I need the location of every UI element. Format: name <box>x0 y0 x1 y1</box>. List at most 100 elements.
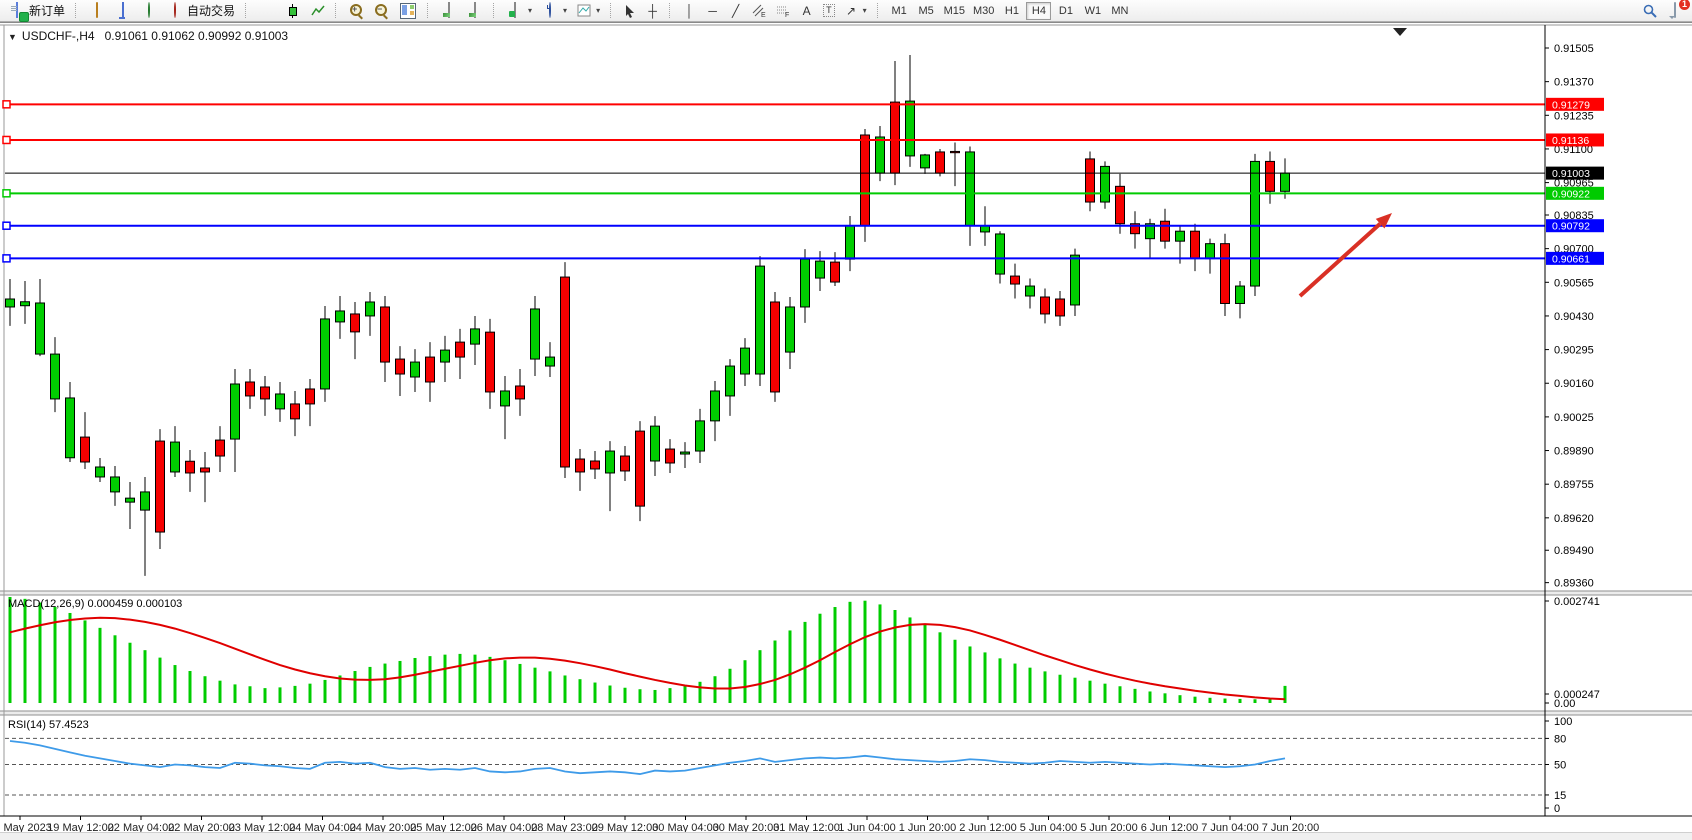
zoom-out-button[interactable]: − <box>370 1 393 21</box>
candlestick-icon <box>286 4 300 18</box>
status-strip <box>0 832 1692 840</box>
text-label-button[interactable]: T <box>819 1 839 21</box>
horizontal-line-button[interactable]: ─ <box>702 1 723 21</box>
timeframe-m30[interactable]: M30 <box>970 2 997 20</box>
svg-text:0.89360: 0.89360 <box>1554 578 1594 590</box>
svg-text:0.89755: 0.89755 <box>1554 479 1594 491</box>
bar-chart-button[interactable] <box>255 1 279 21</box>
line-chart-icon <box>311 4 325 18</box>
svg-text:0.90025: 0.90025 <box>1554 412 1594 424</box>
cursor-icon <box>624 4 636 18</box>
svg-text:0.90160: 0.90160 <box>1554 378 1594 390</box>
svg-text:0.89490: 0.89490 <box>1554 545 1594 557</box>
timeframe-m1[interactable]: M1 <box>887 2 912 20</box>
zoom-in-button[interactable]: + <box>345 1 368 21</box>
svg-text:0.90430: 0.90430 <box>1554 311 1594 323</box>
horizontal-line-icon: ─ <box>706 4 719 18</box>
chevron-down-icon: ▾ <box>863 6 867 15</box>
separator <box>75 3 79 18</box>
text-button[interactable]: A <box>796 1 817 21</box>
timeframe-h4[interactable]: H4 <box>1026 2 1051 20</box>
tile-windows-button[interactable] <box>395 1 421 21</box>
market-button[interactable] <box>85 1 109 21</box>
chevron-down-icon: ▾ <box>528 6 532 15</box>
metaeditor-button[interactable] <box>111 1 135 21</box>
svg-text:50: 50 <box>1554 760 1566 772</box>
main-toolbar: 新订单 自动交易 + − ▾ ▾ ▾ ┼ │ ─ ╱ E F A T ↗▾ M1… <box>0 0 1692 22</box>
chevron-down-icon: ▾ <box>563 6 567 15</box>
clock-icon <box>549 2 551 18</box>
new-order-icon <box>16 2 18 18</box>
svg-text:0.91505: 0.91505 <box>1554 43 1594 55</box>
svg-text:F: F <box>785 12 789 18</box>
zoom-out-icon: − <box>375 4 388 17</box>
chart-shift-button[interactable] <box>463 1 487 21</box>
equidistant-channel-button[interactable]: E <box>748 1 770 21</box>
svg-text:0.89620: 0.89620 <box>1554 513 1594 525</box>
svg-text:0.90661: 0.90661 <box>1552 253 1590 265</box>
autotrading-button[interactable]: 自动交易 <box>163 1 239 21</box>
autotrading-icon <box>174 2 176 18</box>
indicators-icon <box>514 2 516 18</box>
candlestick-chart-button[interactable] <box>281 1 305 21</box>
new-order-button[interactable]: 新订单 <box>5 1 69 21</box>
svg-text:0.90295: 0.90295 <box>1554 345 1594 357</box>
svg-text:0: 0 <box>1554 803 1560 815</box>
svg-text:0.90922: 0.90922 <box>1552 188 1590 200</box>
svg-text:0.91136: 0.91136 <box>1552 135 1589 147</box>
templates-dropdown[interactable]: ▾ <box>573 1 604 21</box>
svg-text:0.90565: 0.90565 <box>1554 277 1594 289</box>
trendline-icon: ╱ <box>729 4 742 18</box>
search-button[interactable] <box>1639 1 1661 21</box>
notifications-button[interactable]: 1 <box>1663 1 1687 21</box>
svg-text:0.90792: 0.90792 <box>1552 221 1590 233</box>
line-chart-button[interactable] <box>307 1 329 21</box>
chat-bubble-icon <box>1674 2 1676 18</box>
timeframe-mn[interactable]: MN <box>1107 2 1132 20</box>
auto-scroll-button[interactable] <box>437 1 461 21</box>
svg-text:0.91370: 0.91370 <box>1554 77 1594 89</box>
timeframe-h1[interactable]: H1 <box>999 2 1024 20</box>
svg-text:0.89890: 0.89890 <box>1554 446 1594 458</box>
monitor-icon <box>122 2 124 18</box>
trendline-button[interactable]: ╱ <box>725 1 746 21</box>
chevron-down-icon: ▾ <box>596 6 600 15</box>
tile-windows-icon <box>400 3 416 19</box>
periods-dropdown[interactable]: ▾ <box>538 1 571 21</box>
separator <box>877 3 881 18</box>
timeframe-w1[interactable]: W1 <box>1080 2 1105 20</box>
vertical-line-button[interactable]: │ <box>679 1 700 21</box>
chart-canvas[interactable]: 0.915050.913700.912350.911000.909650.908… <box>0 23 1692 839</box>
autotrading-label: 自动交易 <box>187 2 235 19</box>
signals-button[interactable] <box>137 1 161 21</box>
separator <box>669 3 673 18</box>
vertical-line-icon: │ <box>683 4 696 18</box>
signal-icon <box>148 2 150 18</box>
separator <box>427 3 431 18</box>
svg-text:80: 80 <box>1554 733 1566 745</box>
cursor-button[interactable] <box>620 1 640 21</box>
fibonacci-icon: F <box>776 4 790 18</box>
crosshair-button[interactable]: ┼ <box>642 1 663 21</box>
svg-text:0.00: 0.00 <box>1554 698 1575 710</box>
fibonacci-button[interactable]: F <box>772 1 794 21</box>
notification-badge: 1 <box>1679 0 1690 10</box>
crosshair-icon: ┼ <box>646 4 659 18</box>
search-icon <box>1643 4 1657 18</box>
indicators-dropdown[interactable]: ▾ <box>503 1 536 21</box>
auto-scroll-icon <box>448 2 450 18</box>
separator <box>335 3 339 18</box>
separator <box>493 3 497 18</box>
new-order-label: 新订单 <box>29 2 65 19</box>
arrows-dropdown[interactable]: ↗▾ <box>841 1 871 21</box>
svg-text:0.91279: 0.91279 <box>1552 99 1590 111</box>
timeframe-d1[interactable]: D1 <box>1053 2 1078 20</box>
timeframe-m5[interactable]: M5 <box>914 2 939 20</box>
timeframe-m15[interactable]: M15 <box>941 2 968 20</box>
text-icon: A <box>800 4 813 18</box>
svg-text:15: 15 <box>1554 790 1566 802</box>
svg-text:E: E <box>761 12 766 18</box>
svg-text:0.002741: 0.002741 <box>1554 596 1600 608</box>
templates-icon <box>577 4 591 17</box>
zoom-in-icon: + <box>350 4 363 17</box>
